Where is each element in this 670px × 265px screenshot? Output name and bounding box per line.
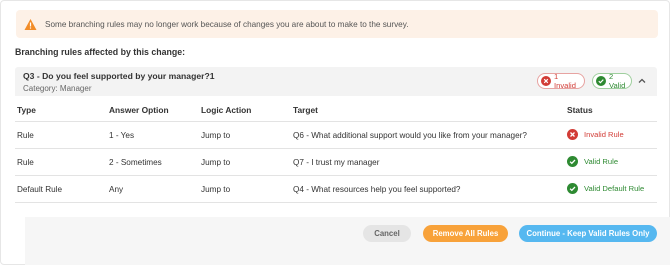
row-status: Valid Rule <box>567 156 618 167</box>
status-label: Valid Rule <box>584 157 619 166</box>
header-logic-action: Logic Action <box>201 105 252 115</box>
table-header: Type Answer Option Logic Action Target S… <box>15 96 657 122</box>
header-target: Target <box>293 105 318 115</box>
valid-count-badge: 2 Valid <box>592 72 632 90</box>
header-status: Status <box>567 105 593 115</box>
row-logic-action: Jump to <box>201 158 231 167</box>
section-title: Branching rules affected by this change: <box>15 47 186 57</box>
row-answer-option: Any <box>109 185 124 194</box>
keep-valid-rules-button[interactable]: Continue - Keep Valid Rules Only <box>519 225 657 242</box>
question-category: Category: Manager <box>23 84 92 93</box>
check-circle-icon <box>567 156 578 167</box>
row-logic-action: Jump to <box>201 185 231 194</box>
check-circle-icon <box>567 183 578 194</box>
warning-text: Some branching rules may no longer work … <box>45 19 409 29</box>
header-type: Type <box>17 105 36 115</box>
question-header[interactable]: Q3 - Do you feel supported by your manag… <box>15 67 657 96</box>
row-type: Rule <box>17 131 34 140</box>
row-type: Rule <box>17 158 34 167</box>
chevron-up-icon[interactable] <box>637 76 647 86</box>
invalid-count-badge: 1 Invalid <box>537 72 585 90</box>
dialog: Some branching rules may no longer work … <box>0 0 670 265</box>
check-circle-icon <box>596 76 606 86</box>
status-label: Invalid Rule <box>584 130 624 139</box>
row-logic-action: Jump to <box>201 131 231 140</box>
question-title: Q3 - Do you feel supported by your manag… <box>23 71 215 81</box>
valid-count-label: 2 Valid <box>609 72 626 90</box>
status-label: Valid Default Rule <box>584 184 645 193</box>
row-target: Q6 - What additional support would you l… <box>293 131 527 140</box>
row-target: Q4 - What resources help you feel suppor… <box>293 185 461 194</box>
dialog-footer: Cancel Remove All Rules Continue - Keep … <box>25 217 670 265</box>
warning-banner: Some branching rules may no longer work … <box>16 10 658 38</box>
cancel-button[interactable]: Cancel <box>363 225 411 242</box>
error-circle-icon <box>567 129 578 140</box>
row-status: Valid Default Rule <box>567 183 644 194</box>
row-status: Invalid Rule <box>567 129 624 140</box>
table-row: Rule 2 - Sometimes Jump to Q7 - I trust … <box>15 149 657 176</box>
row-type: Default Rule <box>17 185 63 194</box>
error-circle-icon <box>541 76 551 86</box>
invalid-count-label: 1 Invalid <box>554 72 576 90</box>
row-answer-option: 2 - Sometimes <box>109 158 162 167</box>
warning-triangle-icon <box>24 18 37 31</box>
row-target: Q7 - I trust my manager <box>293 158 380 167</box>
header-answer-option: Answer Option <box>109 105 169 115</box>
row-answer-option: 1 - Yes <box>109 131 135 140</box>
table-row: Default Rule Any Jump to Q4 - What resou… <box>15 176 657 203</box>
table-row: Rule 1 - Yes Jump to Q6 - What additiona… <box>15 122 657 149</box>
remove-all-rules-button[interactable]: Remove All Rules <box>423 225 508 242</box>
